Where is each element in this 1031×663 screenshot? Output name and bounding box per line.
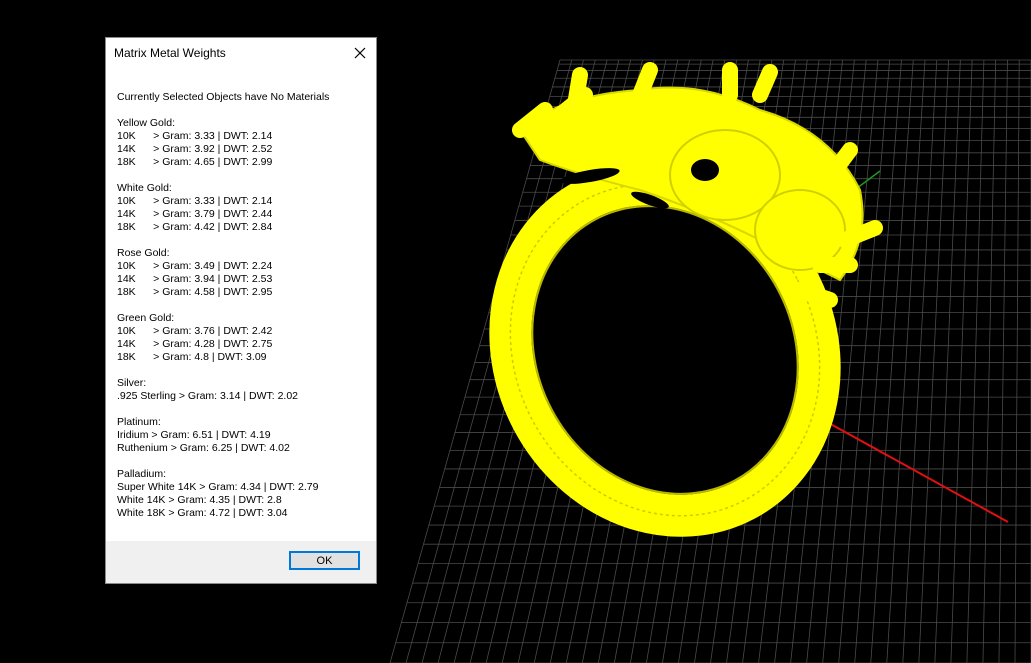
metal-group-heading: Platinum: (117, 416, 161, 428)
weight-row: Super White 14K > Gram: 4.34 | DWT: 2.79 (117, 481, 319, 493)
weight-row: White 18K > Gram: 4.72 | DWT: 3.04 (117, 507, 288, 519)
metal-group: Silver: .925 Sterling > Gram: 3.14 | DWT:… (117, 377, 367, 403)
metal-group-heading: Yellow Gold: (117, 117, 175, 129)
weight-row: 10K > Gram: 3.49 | DWT: 2.24 (117, 260, 273, 272)
weight-row: 18K > Gram: 4.8 | DWT: 3.09 (117, 351, 267, 363)
dialog-title: Matrix Metal Weights (114, 46, 226, 60)
weight-row: 10K > Gram: 3.76 | DWT: 2.42 (117, 325, 273, 337)
weight-row: 14K > Gram: 3.94 | DWT: 2.53 (117, 273, 273, 285)
weight-row: 10K > Gram: 3.33 | DWT: 2.14 (117, 195, 273, 207)
weight-row: 14K > Gram: 4.28 | DWT: 2.75 (117, 338, 273, 350)
weight-row: 18K > Gram: 4.65 | DWT: 2.99 (117, 156, 273, 168)
metal-group: Rose Gold: 10K > Gram: 3.49 | DWT: 2.24 14… (117, 247, 367, 299)
metal-groups: Yellow Gold: 10K > Gram: 3.33 | DWT: 2.14… (117, 104, 367, 520)
dialog-titlebar[interactable]: Matrix Metal Weights (106, 38, 376, 68)
ok-button[interactable]: OK (289, 551, 360, 570)
metal-group-heading: Palladium: (117, 468, 167, 480)
weight-row: Ruthenium > Gram: 6.25 | DWT: 4.02 (117, 442, 290, 454)
metal-group: White Gold: 10K > Gram: 3.33 | DWT: 2.14 1… (117, 182, 367, 234)
weight-row: 14K > Gram: 3.79 | DWT: 2.44 (117, 208, 273, 220)
metal-group: Green Gold: 10K > Gram: 3.76 | DWT: 2.42 1… (117, 312, 367, 364)
materials-notice: Currently Selected Objects have No Mater… (117, 91, 330, 103)
dialog-footer: OK (106, 541, 376, 583)
metal-group: Yellow Gold: 10K > Gram: 3.33 | DWT: 2.14… (117, 117, 367, 169)
close-button[interactable] (344, 38, 376, 68)
weight-row: 18K > Gram: 4.42 | DWT: 2.84 (117, 221, 273, 233)
weight-row: White 14K > Gram: 4.35 | DWT: 2.8 (117, 494, 282, 506)
weight-row: .925 Sterling > Gram: 3.14 | DWT: 2.02 (117, 390, 299, 402)
metal-group-heading: Rose Gold: (117, 247, 170, 259)
metal-group: Platinum: Iridium > Gram: 6.51 | DWT: 4.1… (117, 416, 367, 455)
close-icon (354, 47, 366, 59)
metal-group: Palladium: Super White 14K > Gram: 4.34 |… (117, 468, 367, 520)
weight-row: 18K > Gram: 4.58 | DWT: 2.95 (117, 286, 273, 298)
metal-group-heading: Green Gold: (117, 312, 175, 324)
weights-content: Currently Selected Objects have No Mater… (117, 91, 367, 520)
metal-group-heading: Silver: (117, 377, 147, 389)
metal-weights-dialog: Matrix Metal Weights Currently Selected … (105, 37, 377, 584)
weight-row: 14K > Gram: 3.92 | DWT: 2.52 (117, 143, 273, 155)
metal-group-heading: White Gold: (117, 182, 172, 194)
weight-row: 10K > Gram: 3.33 | DWT: 2.14 (117, 130, 273, 142)
weight-row: Iridium > Gram: 6.51 | DWT: 4.19 (117, 429, 271, 441)
